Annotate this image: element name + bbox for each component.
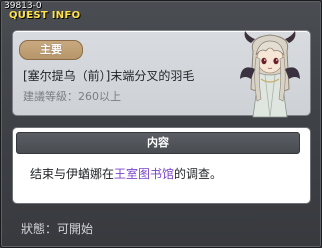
- quest-type-badge: 主要: [19, 40, 83, 60]
- window-title: QUEST INFO: [9, 10, 81, 21]
- location-highlight: 王室图书馆: [114, 167, 175, 181]
- quest-info-window: 39813-0 QUEST INFO 主要 [塞尔提乌（前）]末端分叉的羽毛 建…: [0, 0, 322, 248]
- quest-description: 结束与伊蝤娜在王室图书馆的调查。: [30, 166, 222, 182]
- quest-name: [塞尔提乌（前）]末端分叉的羽毛: [23, 69, 195, 83]
- quest-level-requirement: 建議等級：260以上: [23, 90, 121, 103]
- quest-status: 狀態：可開始: [21, 222, 94, 236]
- content-section-header: 内容: [16, 132, 300, 154]
- description-text-start: 结束与伊蝤娜在: [30, 167, 115, 181]
- description-text-end: 的调查。: [174, 167, 223, 181]
- npc-portrait: [240, 31, 300, 118]
